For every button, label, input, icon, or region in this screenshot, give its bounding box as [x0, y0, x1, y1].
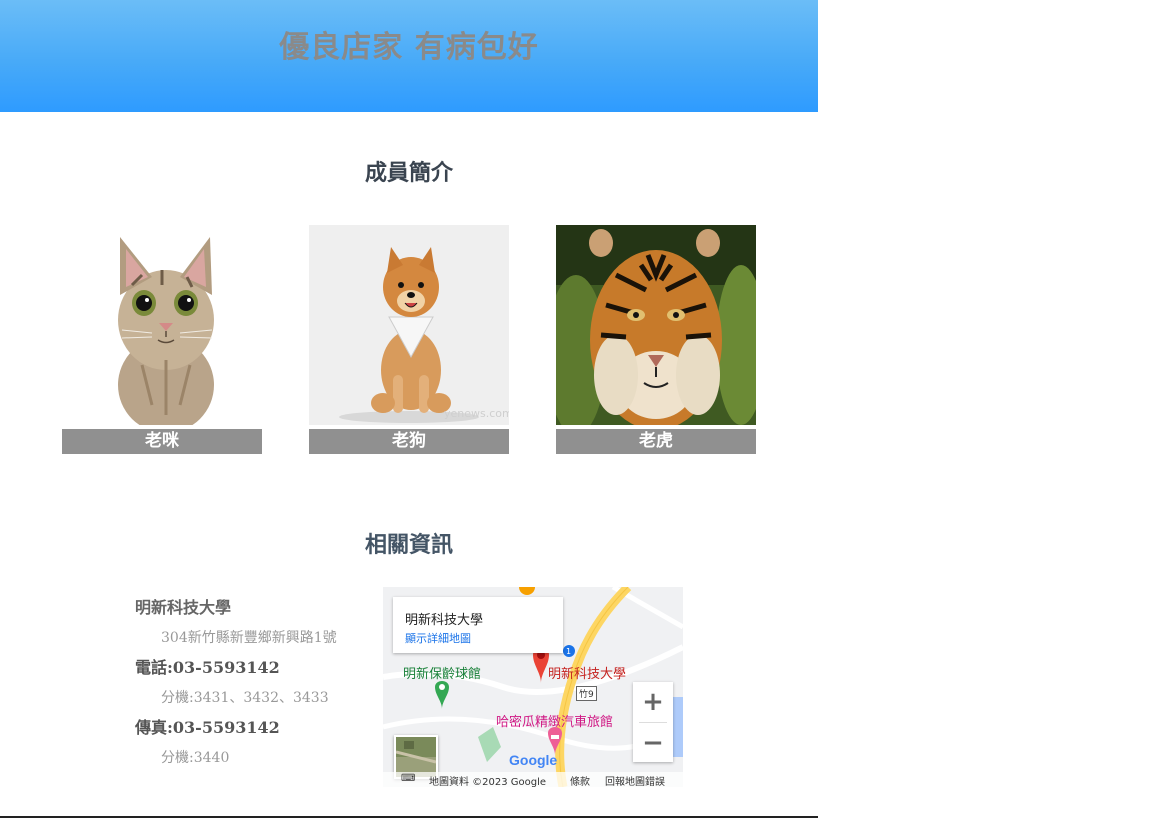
poi-bowling-label[interactable]: 明新保齡球館 [403, 663, 481, 682]
contact-block: 明新科技大學 304新竹縣新豐鄉新興路1號 電話:03-5593142 分機:3… [135, 592, 375, 775]
member-card-dog: yenews.com 老狗 [309, 225, 509, 454]
map-place-name: 明新科技大學 [405, 613, 484, 628]
map-footer: ⌨ 地圖資料 ©2023 Google 條款 回報地圖錯誤 [383, 772, 683, 787]
member-card-tiger: 老虎 [556, 225, 756, 454]
info-heading: 相關資訊 [364, 533, 453, 558]
view-larger-map-link[interactable]: 顯示詳細地圖 [405, 630, 471, 646]
phone-extensions: 分機:3431、3432、3433 [161, 690, 329, 706]
phone-number: 電話:03-5593142 [135, 658, 280, 677]
site-title: 優良店家 有病包好 [279, 30, 539, 65]
zoom-controls: + − [633, 682, 673, 762]
dog-watermark: yenews.com [444, 407, 509, 420]
member-name-cat: 老咪 [62, 429, 262, 454]
road-shield: 竹9 [576, 686, 597, 701]
google-logo: Google [509, 752, 558, 768]
svg-text:1: 1 [566, 647, 571, 656]
tiger-photo [556, 225, 756, 425]
cat-photo [62, 225, 262, 425]
poi-motel-label[interactable]: 哈密瓜精緻汽車旅館 [496, 711, 613, 730]
header-banner: 優良店家 有病包好 [0, 0, 818, 112]
footer-divider [0, 816, 818, 818]
map-terms-link[interactable]: 條款 [570, 773, 590, 787]
members-heading: 成員簡介 [364, 161, 453, 186]
member-name-dog: 老狗 [309, 429, 509, 454]
fax-number: 傳真:03-5593142 [135, 718, 280, 737]
member-card-cat: 老咪 [62, 225, 262, 454]
fax-extension: 分機:3440 [161, 750, 230, 766]
page: 優良店家 有病包好 成員簡介 老咪 yenews.com 老狗 老虎 相關資訊 … [0, 0, 818, 819]
zoom-in-button[interactable]: + [633, 682, 673, 722]
embedded-map[interactable]: 1 明新科技大學 顯示詳細地圖 明新保齡球館 明新科技大學 哈密瓜精緻汽車旅館 … [383, 587, 683, 787]
zoom-out-button[interactable]: − [633, 723, 673, 763]
map-report-link[interactable]: 回報地圖錯誤 [605, 773, 665, 787]
member-name-tiger: 老虎 [556, 429, 756, 454]
school-name: 明新科技大學 [135, 598, 232, 617]
keyboard-icon[interactable]: ⌨ [401, 773, 415, 784]
map-data-credit: 地圖資料 ©2023 Google [429, 777, 547, 787]
school-address: 304新竹縣新豐鄉新興路1號 [161, 630, 337, 646]
satellite-thumbnail-icon [396, 737, 436, 777]
map-info-card: 明新科技大學 顯示詳細地圖 [393, 597, 563, 653]
dog-photo: yenews.com [309, 225, 509, 425]
poi-university-label[interactable]: 明新科技大學 [548, 663, 626, 682]
